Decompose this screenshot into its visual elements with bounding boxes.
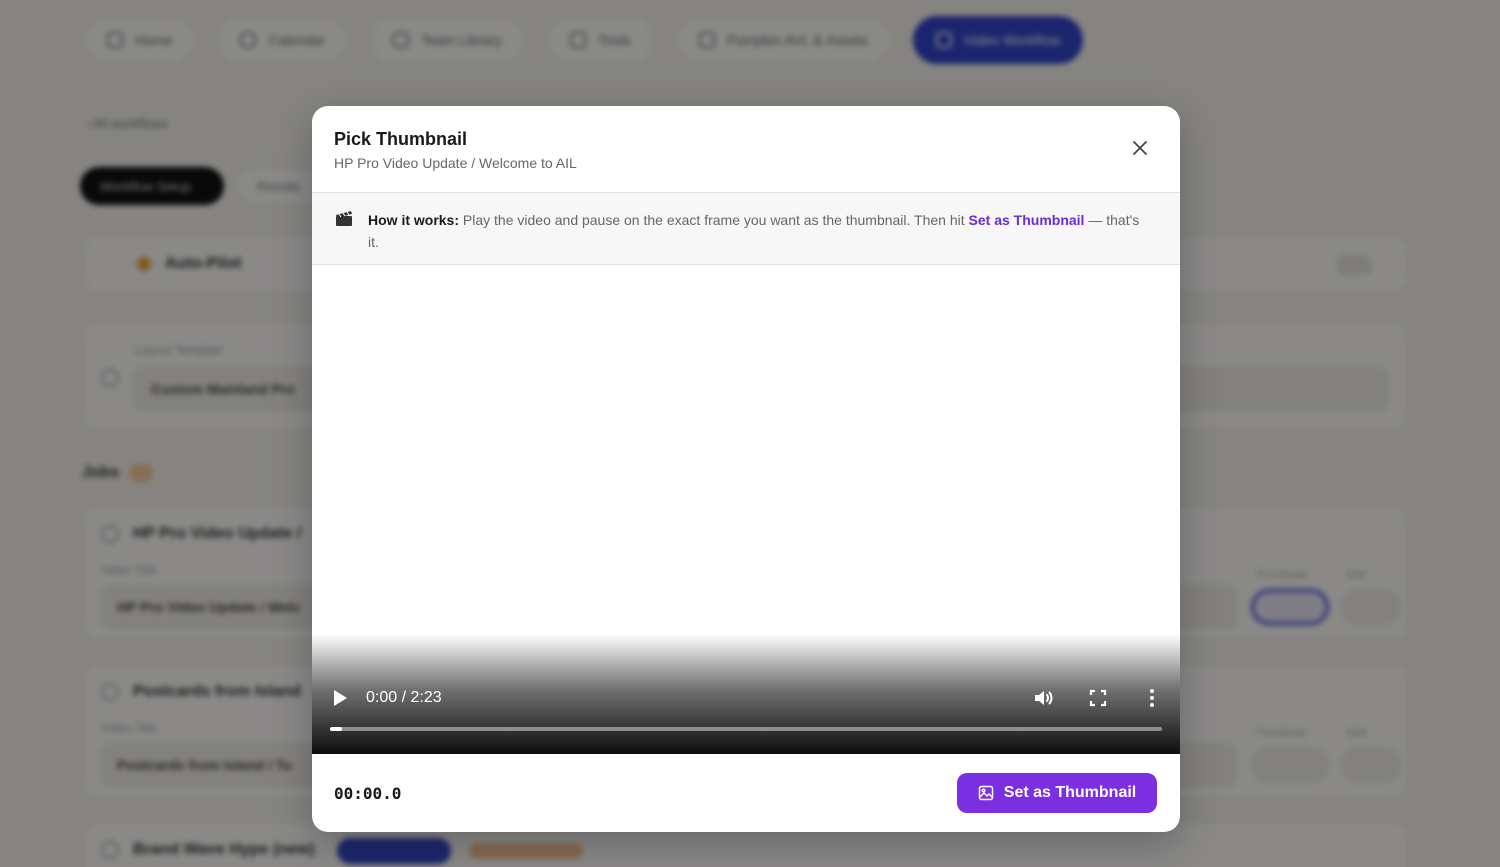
image-icon [978, 785, 994, 801]
close-button[interactable] [1128, 136, 1152, 160]
modal-footer: 00:00.0 Set as Thumbnail [312, 754, 1180, 832]
frame-timecode: 00:00.0 [334, 784, 402, 803]
set-as-thumbnail-button[interactable]: Set as Thumbnail [957, 773, 1157, 813]
modal-title: Pick Thumbnail [334, 129, 468, 149]
pick-thumbnail-modal: Pick Thumbnail HP Pro Video Update / Wel… [312, 106, 1180, 832]
how-it-works-banner: How it works: Play the video and pause o… [312, 193, 1180, 265]
clapperboard-icon [336, 211, 352, 226]
fullscreen-button[interactable] [1086, 686, 1110, 710]
video-progress-fill [330, 727, 342, 731]
video-time: 0:00 / 2:23 [366, 689, 442, 706]
video-progress-bar[interactable] [330, 727, 1162, 731]
modal-subtitle: HP Pro Video Update / Welcome to AIL [334, 155, 577, 171]
play-button[interactable] [330, 687, 350, 709]
volume-icon [1035, 691, 1053, 705]
fullscreen-icon [1089, 689, 1107, 707]
close-icon [1133, 141, 1147, 155]
video-player[interactable]: 0:00 / 2:23 [312, 265, 1180, 754]
more-options-button[interactable] [1140, 686, 1164, 710]
volume-button[interactable] [1032, 686, 1056, 710]
how-it-works-text: How it works: Play the video and pause o… [368, 212, 1140, 250]
more-vertical-icon [1150, 689, 1154, 707]
modal-header: Pick Thumbnail HP Pro Video Update / Wel… [312, 106, 1180, 193]
play-icon [334, 690, 347, 706]
